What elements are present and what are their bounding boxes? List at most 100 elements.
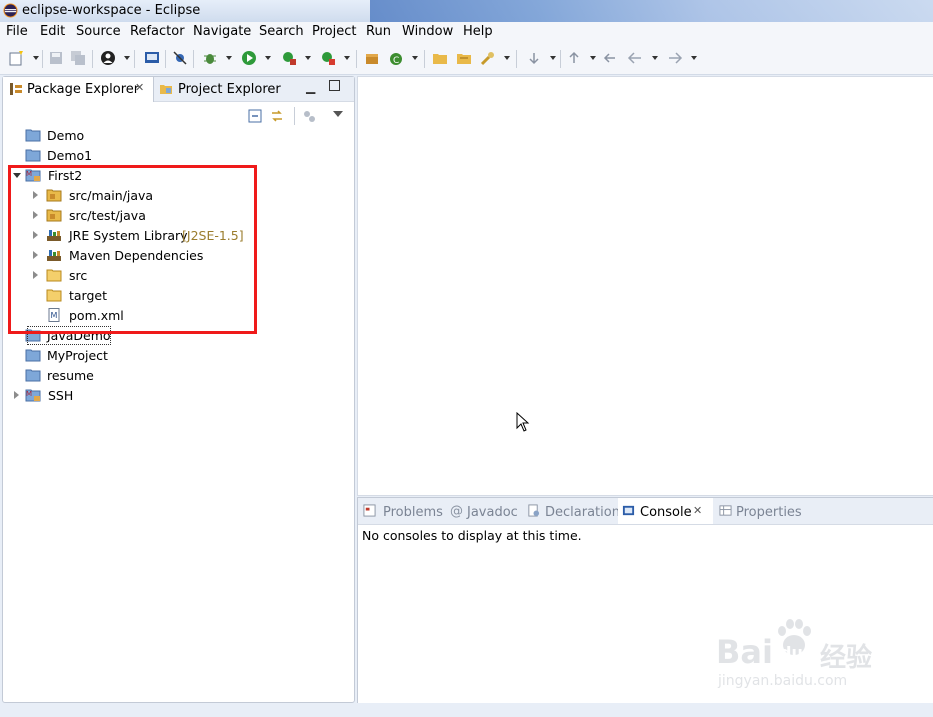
new-package-icon[interactable] [364, 50, 380, 66]
open-task-icon[interactable] [456, 50, 472, 66]
previous-annotation-dropdown-arrow[interactable] [590, 56, 596, 60]
tab-javadoc[interactable]: @ Javadoc [446, 498, 520, 524]
tree-item-label: Demo [47, 128, 85, 143]
external-tools-icon[interactable] [320, 50, 336, 66]
svg-text:M: M [51, 311, 58, 320]
tree-item-myproject[interactable]: MyProject [25, 347, 325, 365]
save-all-icon[interactable] [70, 50, 86, 66]
toolbar-separator [560, 50, 561, 68]
tree-item-label: JRE System Library [69, 228, 188, 243]
toolbar-separator [516, 50, 517, 68]
debug-icon[interactable] [202, 50, 218, 66]
tab-project-explorer[interactable]: Project Explorer [154, 77, 294, 101]
menu-search[interactable]: Search [259, 24, 304, 39]
tab-problems[interactable]: Problems [358, 498, 443, 524]
menu-edit[interactable]: Edit [40, 24, 65, 39]
status-strip [0, 703, 933, 717]
collapsed-arrow-icon[interactable] [14, 391, 19, 399]
open-type-icon[interactable] [432, 50, 448, 66]
terminal-icon[interactable] [144, 50, 160, 66]
tree-item-label: Maven Dependencies [69, 248, 204, 263]
new-icon[interactable] [8, 50, 24, 66]
menu-source[interactable]: Source [76, 24, 121, 39]
coverage-dropdown-arrow[interactable] [305, 56, 311, 60]
new-class-icon[interactable]: C [388, 50, 404, 66]
tree-item-src[interactable]: src [31, 267, 331, 285]
tree-item-javademo[interactable]: JavaDemo [25, 326, 325, 345]
tab-declaration[interactable]: Declaration [523, 498, 620, 524]
menu-refactor[interactable]: Refactor [130, 24, 185, 39]
forward-dropdown-arrow[interactable] [691, 56, 697, 60]
folder-icon [46, 269, 62, 282]
console-empty-message: No consoles to display at this time. [362, 528, 582, 543]
tree-item-label: src/test/java [69, 208, 146, 223]
tree-item-jre-system-library[interactable]: JRE System Library [J2SE-1.5] [31, 227, 331, 245]
tree-item-label: MyProject [47, 348, 108, 363]
run-icon[interactable] [241, 50, 257, 66]
svg-text:M: M [26, 390, 32, 398]
user-icon[interactable] [100, 50, 116, 66]
collapse-all-icon[interactable] [247, 108, 263, 124]
menu-file[interactable]: File [6, 24, 28, 39]
menu-help[interactable]: Help [463, 24, 493, 39]
tree-item-pom-xml[interactable]: M pom.xml [31, 307, 331, 325]
menu-navigate[interactable]: Navigate [193, 24, 251, 39]
eclipse-logo-icon [3, 3, 18, 18]
tab-properties[interactable]: Properties [716, 498, 806, 524]
tree-item-label: pom.xml [69, 308, 124, 323]
external-tools-dropdown-arrow[interactable] [344, 56, 350, 60]
search-tool-icon[interactable] [480, 50, 496, 66]
menu-window[interactable]: Window [402, 24, 453, 39]
next-annotation-dropdown-arrow[interactable] [550, 56, 556, 60]
view-menu-icon[interactable] [333, 111, 343, 117]
close-icon[interactable]: ✕ [135, 81, 144, 94]
user-dropdown-arrow[interactable] [124, 56, 130, 60]
debug-dropdown-arrow[interactable] [226, 56, 232, 60]
collapsed-arrow-icon[interactable] [33, 251, 38, 259]
tree-item-demo[interactable]: Demo [25, 127, 325, 145]
focus-on-active-task-icon[interactable] [301, 108, 317, 124]
menu-project[interactable]: Project [312, 24, 356, 39]
expanded-arrow-icon[interactable] [13, 173, 21, 178]
back-icon[interactable] [627, 50, 643, 66]
watermark-url: jingyan.baidu.com [718, 673, 848, 689]
forward-icon[interactable] [667, 50, 683, 66]
run-dropdown-arrow[interactable] [265, 56, 271, 60]
new-class-dropdown-arrow[interactable] [412, 56, 418, 60]
tree-item-label: SSH [48, 388, 74, 403]
maximize-icon[interactable] [329, 80, 340, 91]
toolbar-separator [134, 50, 135, 68]
link-with-editor-icon[interactable] [269, 108, 285, 124]
back-dropdown-arrow[interactable] [652, 56, 658, 60]
collapsed-arrow-icon[interactable] [33, 191, 38, 199]
search-dropdown-arrow[interactable] [504, 56, 510, 60]
tree-item-target[interactable]: target [31, 287, 331, 305]
coverage-icon[interactable] [281, 50, 297, 66]
next-annotation-icon[interactable] [526, 50, 542, 66]
tree-item-ssh[interactable]: M SSH [11, 387, 311, 405]
editor-area[interactable] [357, 76, 933, 496]
close-icon[interactable]: ✕ [693, 504, 702, 517]
last-edit-location-icon[interactable] [602, 50, 618, 66]
previous-annotation-icon[interactable] [566, 50, 582, 66]
menu-run[interactable]: Run [366, 24, 391, 39]
tab-package-explorer[interactable]: Package Explorer ✕ [3, 77, 154, 102]
tree-item-first2[interactable]: M First2 [11, 167, 311, 185]
collapsed-arrow-icon[interactable] [33, 231, 38, 239]
new-dropdown-arrow[interactable] [33, 56, 39, 60]
title-bar: eclipse-workspace - Eclipse [0, 0, 933, 23]
minimize-icon[interactable]: ▁ [306, 80, 315, 94]
collapsed-arrow-icon[interactable] [33, 211, 38, 219]
tab-console[interactable]: Console ✕ [618, 498, 713, 524]
save-icon[interactable] [48, 50, 64, 66]
collapsed-arrow-icon[interactable] [33, 271, 38, 279]
tree-item-demo1[interactable]: Demo1 [25, 147, 325, 165]
toolbar-separator [356, 50, 357, 68]
skip-breakpoints-icon[interactable] [172, 50, 188, 66]
tab-label: Problems [383, 505, 443, 520]
tree-item-src-main-java[interactable]: src/main/java [31, 187, 331, 205]
tab-label: Declaration [545, 505, 620, 520]
tree-item-maven-dependencies[interactable]: Maven Dependencies [31, 247, 331, 265]
tree-item-src-test-java[interactable]: src/test/java [31, 207, 331, 225]
tree-item-resume[interactable]: resume [25, 367, 325, 385]
